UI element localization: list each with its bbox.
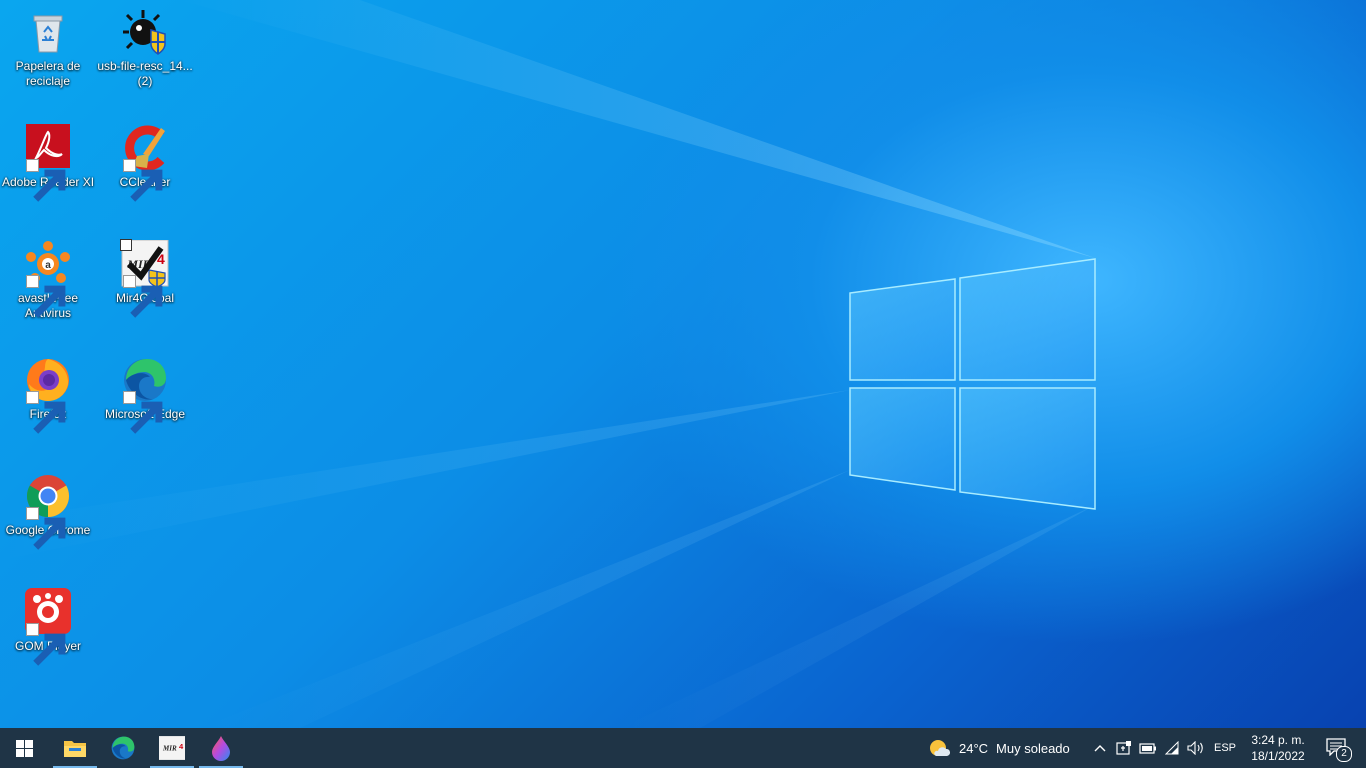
windows-wallpaper [0, 0, 1096, 728]
desktop-icon-firefox[interactable]: Firefox [0, 356, 96, 434]
svg-text:MIR: MIR [162, 745, 177, 753]
tray-device-icon[interactable] [1114, 728, 1134, 768]
start-button[interactable] [0, 728, 48, 768]
desktop-icon-usb-file-rescue[interactable]: usb-file-resc_14... (2) [97, 8, 193, 89]
svg-text:a: a [45, 260, 51, 271]
tray-volume[interactable] [1186, 728, 1206, 768]
edge-icon [111, 736, 135, 760]
desktop-icon-adobe-reader[interactable]: Adobe Reader XI [0, 124, 96, 202]
desktop[interactable]: Papelera de reciclaje Adobe Reader XI a [0, 0, 1366, 728]
clock-time: 3:24 p. m. [1251, 733, 1305, 747]
recycle-bin-icon [33, 15, 63, 53]
usb-file-rescue-icon [123, 10, 166, 55]
desktop-icon-label: usb-file-resc_14... (2) [97, 59, 193, 88]
clock[interactable]: 3:24 p. m. 18/1/2022 [1246, 728, 1310, 768]
windows-logo-icon [15, 739, 33, 757]
taskbar-paint-app[interactable] [197, 728, 245, 768]
desktop-icon-recycle-bin[interactable]: Papelera de reciclaje [0, 8, 96, 89]
weather-condition: Muy soleado [996, 740, 1070, 756]
taskbar-microsoft-edge[interactable] [99, 728, 147, 768]
taskbar: MIR 4 24°C Muy soleado ESP 3:24 p. m. 18… [0, 728, 1366, 768]
battery-icon [1139, 743, 1156, 754]
desktop-icon-avast[interactable]: a avast! Free Antivirus [0, 240, 96, 321]
tray-network[interactable] [1163, 728, 1183, 768]
chevron-up-icon [1094, 745, 1106, 752]
desktop-icon-gom-player[interactable]: GOM Player [0, 588, 96, 666]
clock-date: 18/1/2022 [1251, 749, 1305, 763]
shortcut-arrow-icon [26, 391, 66, 434]
language-indicator[interactable]: ESP [1213, 728, 1237, 768]
wifi-icon [1165, 741, 1179, 755]
notification-count-badge: 2 [1336, 746, 1352, 762]
mir4-icon: MIR 4 [159, 736, 185, 760]
desktop-icon-google-chrome[interactable]: Google Chrome [0, 472, 96, 550]
folder-icon [64, 741, 86, 757]
desktop-icon-ccleaner[interactable]: CCleaner [97, 124, 193, 202]
usb-device-icon [1116, 741, 1131, 755]
weather-temperature: 24°C [959, 740, 989, 756]
desktop-icon-microsoft-edge[interactable]: Microsoft Edge [97, 356, 193, 434]
shortcut-arrow-icon [123, 391, 163, 434]
shortcut-arrow-icon [26, 275, 66, 318]
shortcut-arrow-icon [26, 623, 66, 666]
selection-checkbox[interactable] [120, 239, 164, 281]
show-hidden-icons-button[interactable] [1090, 728, 1110, 768]
taskbar-mir4[interactable]: MIR 4 [148, 728, 196, 768]
desktop-icon-label: Papelera de reciclaje [15, 59, 81, 88]
taskbar-file-explorer[interactable] [51, 728, 99, 768]
desktop-icon-mir4global[interactable]: MIR 4 Mir4Global [97, 239, 193, 318]
weather-widget[interactable]: 24°C Muy soleado [928, 728, 1070, 768]
sun-cloud-icon [930, 740, 950, 756]
shortcut-arrow-icon [123, 275, 163, 318]
shortcut-arrow-icon [123, 159, 163, 202]
paint-drop-icon [212, 736, 230, 761]
speaker-icon [1187, 741, 1203, 755]
shortcut-arrow-icon [26, 159, 66, 202]
action-center-button[interactable]: 2 [1318, 728, 1358, 768]
shortcut-arrow-icon [26, 507, 66, 550]
tray-battery[interactable] [1138, 728, 1158, 768]
